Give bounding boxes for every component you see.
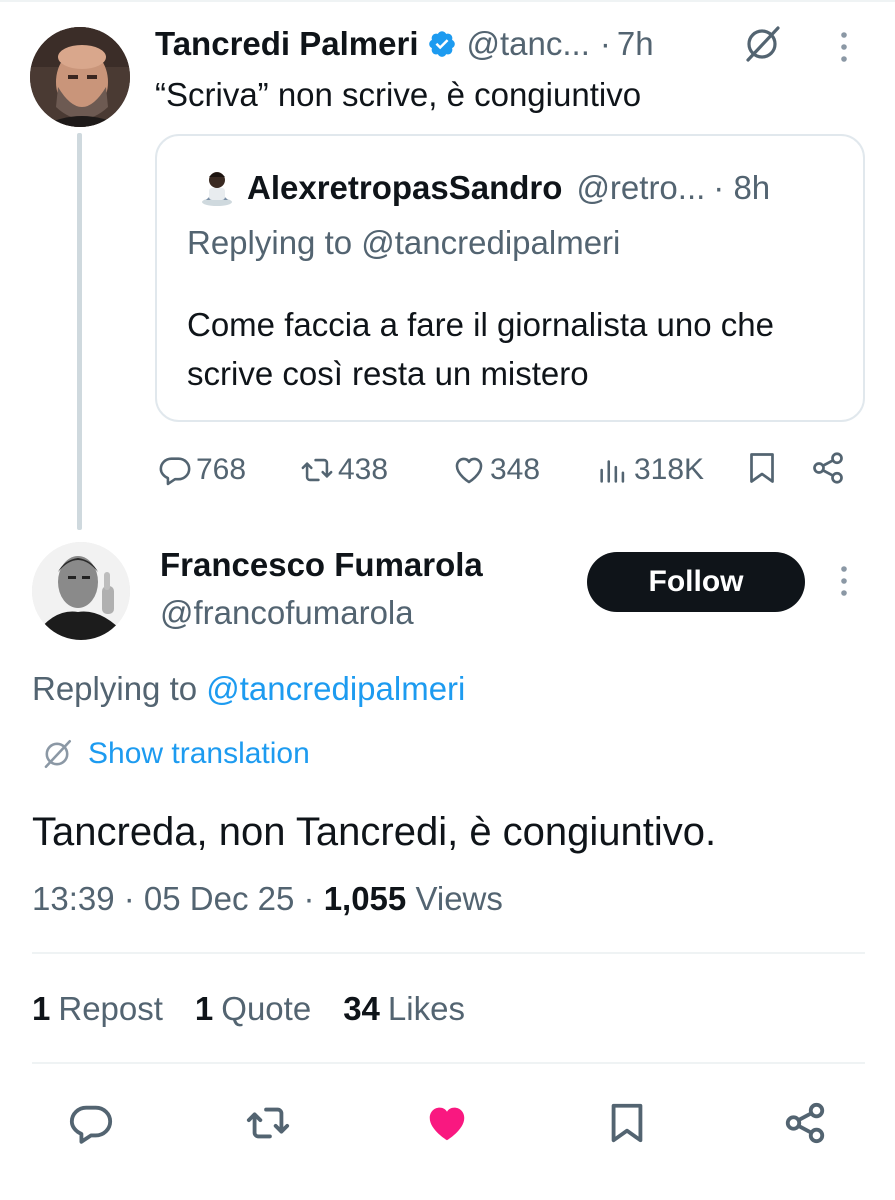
main-author-avatar[interactable] — [32, 542, 130, 640]
views-count-button[interactable]: 318K — [596, 450, 704, 490]
reposts-label: Repost — [58, 990, 163, 1027]
quotes-count: 1 — [194, 990, 214, 1027]
main-author-handle[interactable]: @francofumarola — [160, 594, 414, 632]
repost-icon — [301, 458, 333, 482]
reply-icon[interactable] — [68, 1100, 114, 1146]
quoted-replying-to: Replying to @tancredipalmeri — [187, 224, 621, 261]
likes-label: Likes — [387, 990, 465, 1027]
thread-connector-line — [77, 133, 82, 530]
parent-author-avatar[interactable] — [30, 27, 130, 127]
quoted-author-avatar — [202, 172, 232, 206]
replying-to-handle-link[interactable]: @tancredipalmeri — [206, 670, 465, 707]
tweet-date[interactable]: 05 Dec 25 — [144, 880, 294, 917]
tweet-meta: 13:39 · 05 Dec 25 · 1,055 Views — [32, 880, 503, 917]
reply-count: 768 — [196, 453, 247, 486]
heart-icon — [455, 457, 483, 484]
main-author-name[interactable]: Francesco Fumarola — [160, 546, 483, 584]
parent-tweet-time[interactable]: 7h — [617, 25, 654, 63]
quoted-author-name: AlexretropasSandro — [247, 169, 563, 206]
views-count: 318K — [634, 453, 705, 486]
reposts-stat-link[interactable]: 1 Repost — [32, 990, 163, 1028]
quoted-tweet-time: · 8h — [713, 169, 771, 206]
time-separator: · — [599, 25, 611, 62]
divider — [32, 952, 865, 954]
main-tweet-text: Tancreda, non Tancredi, è congiuntivo. — [32, 810, 717, 854]
bookmark-icon[interactable] — [604, 1100, 650, 1146]
likes-count: 34 — [343, 990, 380, 1027]
more-vertical-icon[interactable] — [836, 564, 852, 598]
translate-icon — [44, 739, 72, 769]
views-label: Views — [415, 880, 503, 917]
quoted-author-handle: @retro... — [576, 169, 706, 206]
parent-tweet-header: Tancredi Palmeri @tanc... · 7h — [155, 24, 654, 64]
views-icon — [600, 460, 625, 483]
repost-count: 438 — [338, 453, 389, 486]
verified-badge-icon — [428, 31, 455, 57]
bookmark-icon[interactable] — [744, 450, 780, 486]
likes-stat-link[interactable]: 34 Likes — [343, 990, 465, 1028]
show-translation-button[interactable]: Show translation — [40, 734, 310, 774]
replying-to: Replying to @tancredipalmeri — [32, 670, 465, 708]
quotes-stat-link[interactable]: 1 Quote — [195, 990, 311, 1028]
heart-icon[interactable] — [424, 1100, 470, 1146]
follow-button[interactable]: Follow — [587, 552, 805, 612]
like-count-button[interactable]: 348 — [452, 450, 540, 490]
views-count: 1,055 — [323, 880, 407, 917]
share-icon[interactable] — [782, 1100, 828, 1146]
quoted-tweet-card[interactable]: AlexretropasSandro @retro... · 8h Replyi… — [155, 134, 865, 422]
grok-icon[interactable] — [742, 24, 782, 64]
repost-icon[interactable] — [245, 1100, 291, 1146]
quoted-tweet-text: Come faccia a fare il giornalista uno ch… — [187, 306, 774, 392]
reposts-count: 1 — [32, 990, 51, 1027]
like-count: 348 — [490, 453, 541, 486]
engagement-stats: 1 Repost 1 Quote 34 Likes — [32, 990, 465, 1028]
show-translation-label: Show translation — [88, 737, 310, 770]
reply-count-button[interactable]: 768 — [158, 450, 246, 490]
parent-author-name[interactable]: Tancredi Palmeri — [155, 25, 419, 63]
divider — [32, 1062, 865, 1064]
repost-count-button[interactable]: 438 — [300, 450, 388, 490]
reply-icon — [159, 457, 191, 486]
parent-author-handle[interactable]: @tanc... — [467, 25, 590, 63]
more-vertical-icon[interactable] — [836, 30, 852, 64]
parent-tweet-text: “Scriva” non scrive, è congiuntivo — [155, 76, 642, 113]
quotes-label: Quote — [221, 990, 312, 1027]
tweet-time[interactable]: 13:39 — [32, 880, 115, 917]
quoted-tweet-header: AlexretropasSandro @retro... · 8h — [247, 166, 770, 210]
share-icon[interactable] — [810, 450, 846, 486]
top-border — [0, 0, 895, 2]
replying-to-prefix: Replying to — [32, 670, 207, 707]
